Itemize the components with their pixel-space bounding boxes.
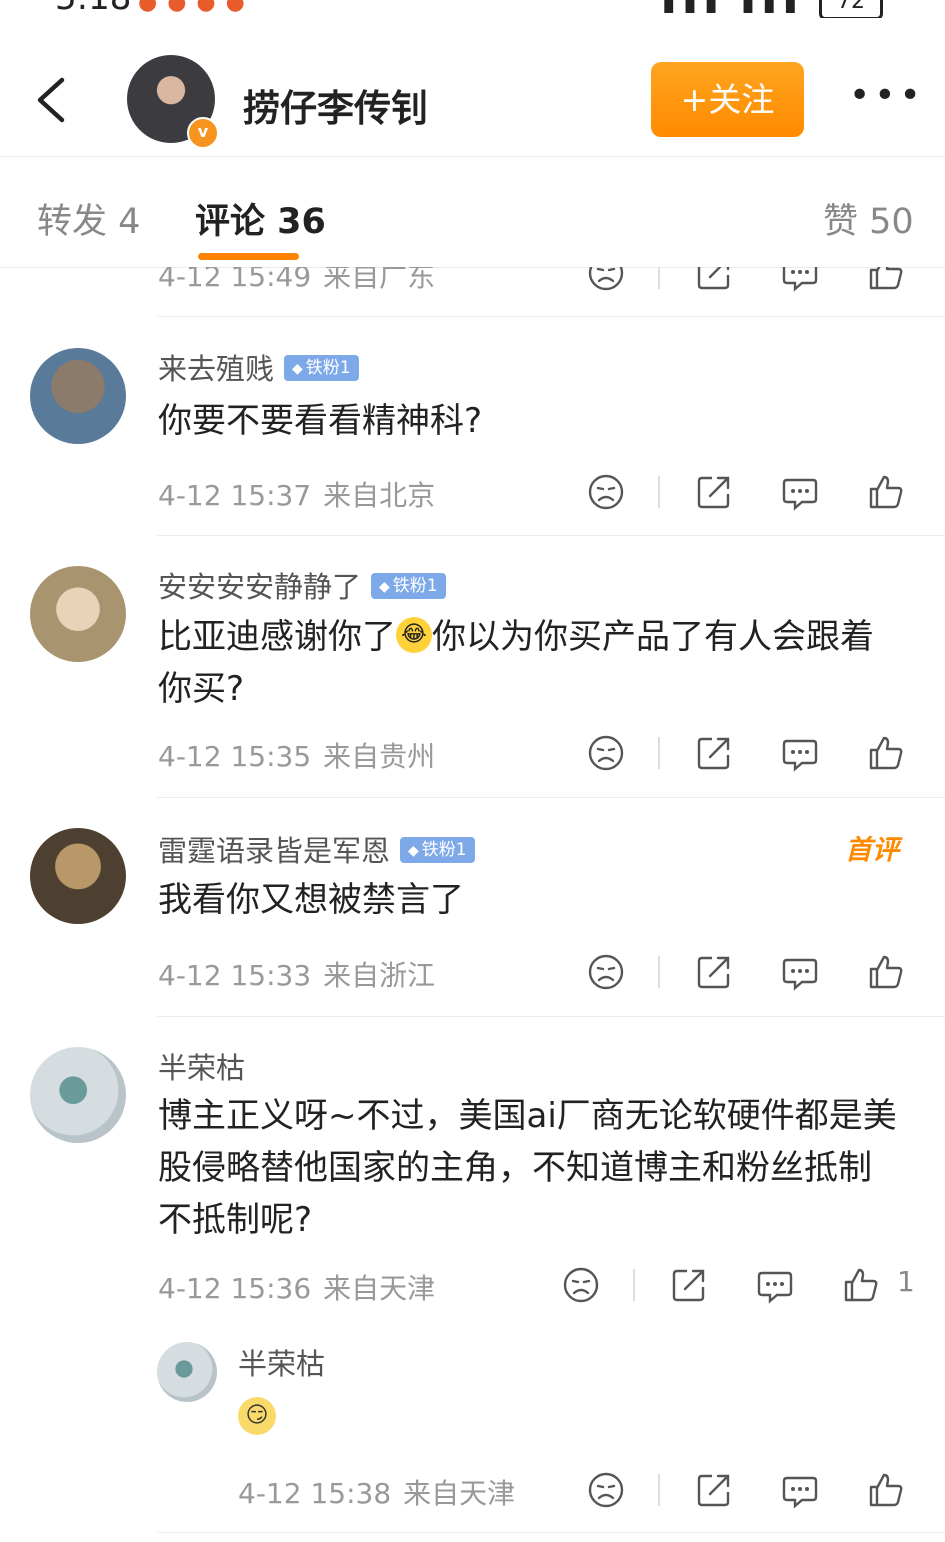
smirk-emoji-icon: 😏 xyxy=(238,1397,276,1435)
comment-location: 来自北京 xyxy=(323,479,436,512)
verified-icon: v xyxy=(187,117,219,149)
action-separator xyxy=(658,267,660,289)
share-icon[interactable] xyxy=(694,1470,734,1510)
comment-actions xyxy=(586,472,916,516)
commenter-name[interactable]: 安安安安静静了 ◆ 铁粉1 xyxy=(158,564,446,606)
notification-icons: ●●●● xyxy=(138,0,255,15)
comment-time: 4-12 15:49 xyxy=(158,267,312,293)
like-count: 1 xyxy=(897,1265,915,1298)
share-icon[interactable] xyxy=(694,952,734,992)
reply-time: 4-12 15:38 xyxy=(238,1477,392,1510)
fan-badge: ◆ 铁粉1 xyxy=(400,837,475,863)
like-icon[interactable] xyxy=(866,1470,906,1510)
reply-location: 来自天津 xyxy=(403,1477,516,1510)
dislike-icon[interactable] xyxy=(561,1265,601,1305)
post-header: v 捞仔李传钊 +关注 ••• xyxy=(0,40,945,156)
comment-location: 来自广东 xyxy=(323,267,436,293)
commenter-name[interactable]: 来去殖贱 ◆ 铁粉1 xyxy=(158,346,359,388)
comment-location: 来自贵州 xyxy=(323,740,436,773)
status-time: 5:18 xyxy=(55,0,131,18)
comment-item: 半荣枯 博主正义呀~不过，美国ai厂商无论软硬件都是美股侵略替他国家的主角，不知… xyxy=(0,1017,945,1532)
like-icon[interactable] xyxy=(841,1265,881,1305)
comment-meta: 4-12 15:36 来自天津 xyxy=(158,1267,435,1307)
commenter-avatar[interactable] xyxy=(30,828,126,924)
comment-item: 雷霆语录皆是军恩 ◆ 铁粉1 首评 我看你又想被禁言了 4-12 15:33 来自浙江 xyxy=(0,798,945,1016)
comment-text: 比亚迪感谢你了 😂 你以为你买产品了有人会跟着你买? xyxy=(158,616,874,709)
tab-likes[interactable]: 赞 50 xyxy=(823,193,914,244)
comment-actions: 1 xyxy=(561,1265,915,1309)
reply-avatar[interactable] xyxy=(157,1342,217,1402)
comment-text: 我看你又想被禁言了 xyxy=(158,880,464,920)
dislike-icon[interactable] xyxy=(586,1470,626,1510)
battery-indicator: 72 xyxy=(819,0,883,18)
action-separator xyxy=(633,1269,635,1301)
like-icon[interactable] xyxy=(866,952,906,992)
tab-comments[interactable]: 评论 36 xyxy=(195,193,326,244)
dislike-icon[interactable] xyxy=(586,472,626,512)
signal-icon: ▮▮▮ ▮▮▮ xyxy=(662,0,805,16)
laughing-emoji-icon: 😂 xyxy=(396,616,432,653)
share-icon[interactable] xyxy=(694,267,734,293)
like-icon[interactable] xyxy=(866,733,906,773)
comment-list[interactable]: 4-12 15:49 来自广东 来去殖贱 ◆ 铁粉1 你要不要看看精神科? 4-12 … xyxy=(0,267,945,1542)
reply-icon[interactable] xyxy=(755,1265,795,1305)
comment-text: 博主正义呀~不过，美国ai厂商无论软硬件都是美股侵略替他国家的主角，不知道博主和… xyxy=(158,1096,897,1240)
comment-actions xyxy=(586,267,916,297)
comment-meta: 4-12 15:37 来自北京 xyxy=(158,474,435,514)
action-separator xyxy=(658,476,660,508)
commenter-avatar[interactable] xyxy=(30,1047,126,1143)
share-icon[interactable] xyxy=(669,1265,709,1305)
comment-actions xyxy=(586,952,916,996)
dislike-icon[interactable] xyxy=(586,733,626,773)
reply-icon[interactable] xyxy=(780,952,820,992)
action-separator xyxy=(658,956,660,988)
reply-actions xyxy=(586,1470,916,1514)
comment-time: 4-12 15:35 xyxy=(158,740,312,773)
first-comment-badge: 首评 xyxy=(845,835,899,866)
tab-bar: 转发 4 评论 36 赞 50 xyxy=(0,156,945,268)
dislike-icon[interactable] xyxy=(586,267,626,293)
comment-location: 来自天津 xyxy=(323,1272,436,1305)
share-icon[interactable] xyxy=(694,733,734,773)
fan-badge: ◆ 铁粉1 xyxy=(371,573,446,599)
like-icon[interactable] xyxy=(866,267,906,293)
comment-item: 安安安安静静了 ◆ 铁粉1 比亚迪感谢你了 😂 你以为你买产品了有人会跟着你买? 4-1… xyxy=(0,536,945,797)
dislike-icon[interactable] xyxy=(586,952,626,992)
action-separator xyxy=(658,737,660,769)
comment-actions xyxy=(586,733,916,777)
comment-time: 4-12 15:33 xyxy=(158,959,312,992)
reply-name[interactable]: 半荣枯 xyxy=(238,1341,325,1383)
fan-badge: ◆ 铁粉1 xyxy=(284,355,359,381)
back-arrow-icon[interactable] xyxy=(32,76,72,124)
commenter-avatar[interactable] xyxy=(30,566,126,662)
action-separator xyxy=(658,1474,660,1506)
commenter-name[interactable]: 雷霆语录皆是军恩 ◆ 铁粉1 xyxy=(158,828,475,870)
comment-meta: 4-12 15:49 来自广东 xyxy=(158,267,435,295)
tab-reposts[interactable]: 转发 4 xyxy=(37,193,140,244)
more-icon[interactable]: ••• xyxy=(849,78,925,114)
comment-text: 你要不要看看精神科? xyxy=(158,401,483,441)
share-icon[interactable] xyxy=(694,472,734,512)
comment-partial: 4-12 15:49 来自广东 xyxy=(0,267,945,317)
comment-location: 来自浙江 xyxy=(323,959,436,992)
comment-divider xyxy=(157,1532,945,1533)
commenter-avatar[interactable] xyxy=(30,348,126,444)
comment-meta: 4-12 15:35 来自贵州 xyxy=(158,735,435,775)
reply-icon[interactable] xyxy=(780,472,820,512)
reply-icon[interactable] xyxy=(780,733,820,773)
reply-icon[interactable] xyxy=(780,1470,820,1510)
active-tab-indicator xyxy=(198,253,299,260)
like-icon[interactable] xyxy=(866,472,906,512)
reply-meta: 4-12 15:38 来自天津 xyxy=(238,1472,515,1512)
reply-icon[interactable] xyxy=(780,267,820,293)
follow-button[interactable]: +关注 xyxy=(651,62,804,137)
author-name[interactable]: 捞仔李传钊 xyxy=(243,78,428,132)
comment-time: 4-12 15:37 xyxy=(158,479,312,512)
comment-item: 来去殖贱 ◆ 铁粉1 你要不要看看精神科? 4-12 15:37 来自北京 xyxy=(0,317,945,535)
status-bar: 5:18 ●●●● ▮▮▮ ▮▮▮ 72 xyxy=(0,0,945,18)
comment-time: 4-12 15:36 xyxy=(158,1272,312,1305)
commenter-name[interactable]: 半荣枯 xyxy=(158,1045,245,1087)
comment-meta: 4-12 15:33 来自浙江 xyxy=(158,954,435,994)
